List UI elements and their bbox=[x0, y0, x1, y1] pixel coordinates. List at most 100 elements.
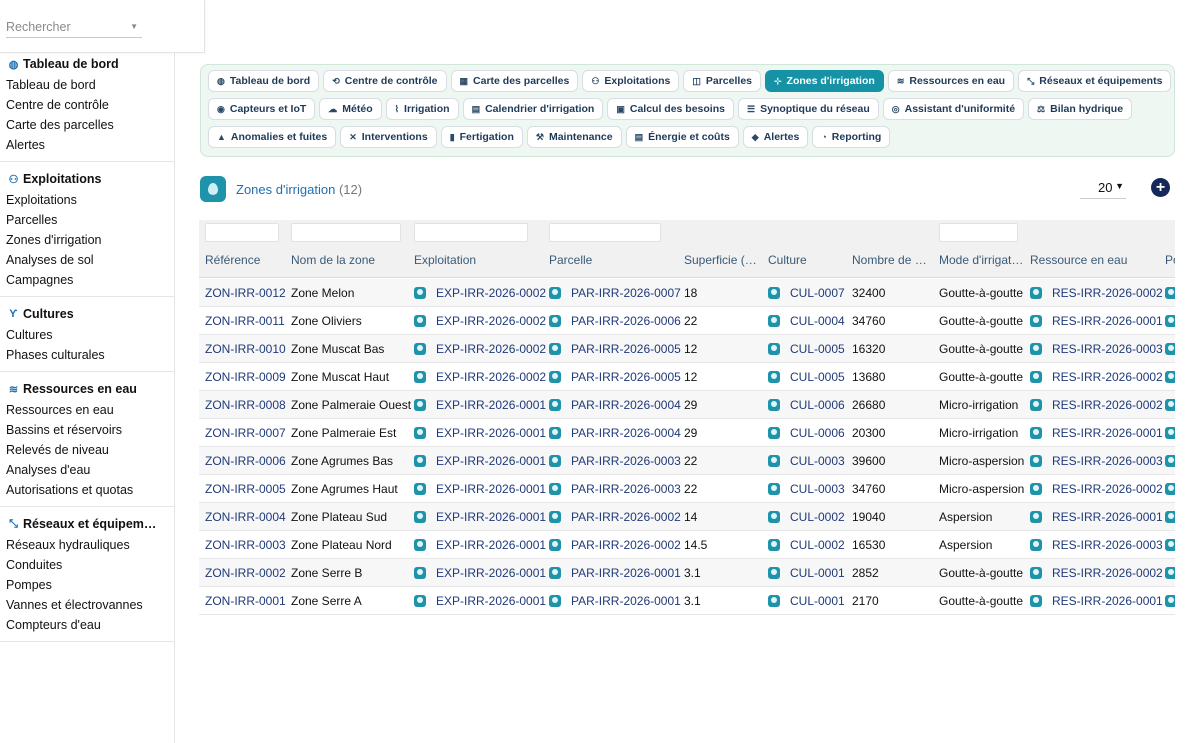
plot-link[interactable]: PAR-IRR-2026-0004 bbox=[571, 398, 681, 412]
sidebar-item[interactable]: Zones d'irrigation bbox=[0, 230, 174, 250]
record-link-icon[interactable] bbox=[549, 595, 561, 607]
sidebar-section-title[interactable]: Ƴ Cultures bbox=[0, 305, 174, 325]
sidebar-item[interactable]: Vannes et électrovannes bbox=[0, 595, 174, 615]
tab[interactable]: ▲ Anomalies et fuites bbox=[208, 126, 337, 148]
record-link-icon[interactable] bbox=[1165, 287, 1175, 299]
record-link-icon[interactable] bbox=[1030, 455, 1042, 467]
crop-link[interactable]: CUL-0005 bbox=[790, 342, 845, 356]
plot-link[interactable]: PAR-IRR-2026-0007 bbox=[571, 286, 681, 300]
zone-ref-link[interactable]: ZON-IRR-0005 bbox=[205, 482, 286, 496]
plot-link[interactable]: PAR-IRR-2026-0002 bbox=[571, 538, 681, 552]
sidebar-item[interactable]: Campagnes bbox=[0, 270, 174, 290]
crop-link[interactable]: CUL-0002 bbox=[790, 510, 845, 524]
column-filter-input[interactable] bbox=[291, 223, 401, 242]
record-link-icon[interactable] bbox=[1030, 595, 1042, 607]
record-link-icon[interactable] bbox=[768, 511, 780, 523]
farm-link[interactable]: EXP-IRR-2026-0002 bbox=[436, 286, 546, 300]
tab[interactable]: ⌇ Irrigation bbox=[385, 98, 459, 120]
water-resource-link[interactable]: RES-IRR-2026-0001 bbox=[1052, 594, 1163, 608]
table-row[interactable]: ZON-IRR-0004 Zone Plateau Sud EXP-IRR-2026… bbox=[199, 503, 1175, 531]
crop-link[interactable]: CUL-0005 bbox=[790, 370, 845, 384]
farm-link[interactable]: EXP-IRR-2026-0001 bbox=[436, 566, 546, 580]
chevron-down-icon[interactable]: ▼ bbox=[130, 22, 138, 31]
record-link-icon[interactable] bbox=[768, 539, 780, 551]
record-link-icon[interactable] bbox=[768, 595, 780, 607]
tab[interactable]: ✕ Interventions bbox=[340, 126, 437, 148]
record-link-icon[interactable] bbox=[1165, 427, 1175, 439]
water-resource-link[interactable]: RES-IRR-2026-0002 bbox=[1052, 286, 1163, 300]
record-link-icon[interactable] bbox=[414, 595, 426, 607]
sidebar-item[interactable]: Pompes bbox=[0, 575, 174, 595]
tab[interactable]: ◆ Alertes bbox=[742, 126, 809, 148]
crop-link[interactable]: CUL-0001 bbox=[790, 566, 845, 580]
crop-link[interactable]: CUL-0001 bbox=[790, 594, 845, 608]
tab[interactable]: ◉ Capteurs et IoT bbox=[208, 98, 316, 120]
table-row[interactable]: ZON-IRR-0009 Zone Muscat Haut EXP-IRR-2026… bbox=[199, 363, 1175, 391]
record-link-icon[interactable] bbox=[549, 511, 561, 523]
record-link-icon[interactable] bbox=[1030, 567, 1042, 579]
sidebar-item[interactable]: Analyses de sol bbox=[0, 250, 174, 270]
record-link-icon[interactable] bbox=[768, 343, 780, 355]
tab[interactable]: ⟲ Centre de contrôle bbox=[323, 70, 447, 92]
record-link-icon[interactable] bbox=[1165, 399, 1175, 411]
record-link-icon[interactable] bbox=[549, 287, 561, 299]
sidebar-item[interactable]: Bassins et réservoirs bbox=[0, 420, 174, 440]
crop-link[interactable]: CUL-0007 bbox=[790, 286, 845, 300]
record-link-icon[interactable] bbox=[768, 371, 780, 383]
tab[interactable]: ▤ Calendrier d'irrigation bbox=[462, 98, 604, 120]
record-link-icon[interactable] bbox=[414, 315, 426, 327]
record-link-icon[interactable] bbox=[414, 399, 426, 411]
column-filter-input[interactable] bbox=[549, 223, 661, 242]
column-filter-input[interactable] bbox=[205, 223, 279, 242]
water-resource-link[interactable]: RES-IRR-2026-0003 bbox=[1052, 538, 1163, 552]
record-link-icon[interactable] bbox=[1030, 399, 1042, 411]
record-link-icon[interactable] bbox=[1030, 511, 1042, 523]
column-filter-input[interactable] bbox=[414, 223, 528, 242]
record-link-icon[interactable] bbox=[768, 567, 780, 579]
tab[interactable]: ▮ Fertigation bbox=[440, 126, 523, 148]
plot-link[interactable]: PAR-IRR-2026-0001 bbox=[571, 566, 681, 580]
tab[interactable]: ◎ Assistant d'uniformité bbox=[882, 98, 1025, 120]
water-resource-link[interactable]: RES-IRR-2026-0002 bbox=[1052, 482, 1163, 496]
column-header[interactable]: Exploitation bbox=[414, 253, 476, 267]
farm-link[interactable]: EXP-IRR-2026-0002 bbox=[436, 314, 546, 328]
tab[interactable]: ⤡ Réseaux et équipements bbox=[1018, 70, 1172, 92]
tab[interactable]: ▤ Énergie et coûts bbox=[625, 126, 739, 148]
plot-link[interactable]: PAR-IRR-2026-0003 bbox=[571, 454, 681, 468]
tab[interactable]: ⚒ Maintenance bbox=[526, 126, 622, 148]
record-link-icon[interactable] bbox=[768, 315, 780, 327]
column-header[interactable]: Référence bbox=[205, 253, 260, 267]
crop-link[interactable]: CUL-0002 bbox=[790, 538, 845, 552]
farm-link[interactable]: EXP-IRR-2026-0001 bbox=[436, 426, 546, 440]
zone-ref-link[interactable]: ZON-IRR-0003 bbox=[205, 538, 286, 552]
farm-link[interactable]: EXP-IRR-2026-0002 bbox=[436, 370, 546, 384]
plot-link[interactable]: PAR-IRR-2026-0004 bbox=[571, 426, 681, 440]
zone-ref-link[interactable]: ZON-IRR-0010 bbox=[205, 342, 286, 356]
farm-link[interactable]: EXP-IRR-2026-0001 bbox=[436, 454, 546, 468]
table-row[interactable]: ZON-IRR-0011 Zone Oliviers EXP-IRR-2026-00… bbox=[199, 307, 1175, 335]
sidebar-item[interactable]: Parcelles bbox=[0, 210, 174, 230]
water-resource-link[interactable]: RES-IRR-2026-0001 bbox=[1052, 510, 1163, 524]
farm-link[interactable]: EXP-IRR-2026-0001 bbox=[436, 398, 546, 412]
sidebar-item[interactable]: Ressources en eau bbox=[0, 400, 174, 420]
record-link-icon[interactable] bbox=[1165, 511, 1175, 523]
tab[interactable]: ◍ Tableau de bord bbox=[208, 70, 320, 92]
search-input[interactable]: Rechercher ▼ bbox=[6, 17, 142, 38]
record-link-icon[interactable] bbox=[549, 343, 561, 355]
table-row[interactable]: ZON-IRR-0007 Zone Palmeraie Est EXP-IRR-20… bbox=[199, 419, 1175, 447]
column-filter-input[interactable] bbox=[939, 223, 1018, 242]
table-row[interactable]: ZON-IRR-0010 Zone Muscat Bas EXP-IRR-2026-… bbox=[199, 335, 1175, 363]
column-header[interactable]: Mode d'irrigat… bbox=[939, 253, 1023, 267]
table-row[interactable]: ZON-IRR-0006 Zone Agrumes Bas EXP-IRR-2026… bbox=[199, 447, 1175, 475]
record-link-icon[interactable] bbox=[768, 455, 780, 467]
add-record-button[interactable]: + bbox=[1151, 178, 1170, 197]
tab[interactable]: ▦ Carte des parcelles bbox=[450, 70, 579, 92]
record-link-icon[interactable] bbox=[1165, 595, 1175, 607]
sidebar-item[interactable]: Phases culturales bbox=[0, 345, 174, 365]
crop-link[interactable]: CUL-0004 bbox=[790, 314, 845, 328]
record-link-icon[interactable] bbox=[768, 427, 780, 439]
zone-ref-link[interactable]: ZON-IRR-0006 bbox=[205, 454, 286, 468]
sidebar-item[interactable]: Relevés de niveau bbox=[0, 440, 174, 460]
table-row[interactable]: ZON-IRR-0008 Zone Palmeraie Ouest EXP-IRR-… bbox=[199, 391, 1175, 419]
sidebar-section-title[interactable]: ≋ Ressources en eau bbox=[0, 380, 174, 400]
